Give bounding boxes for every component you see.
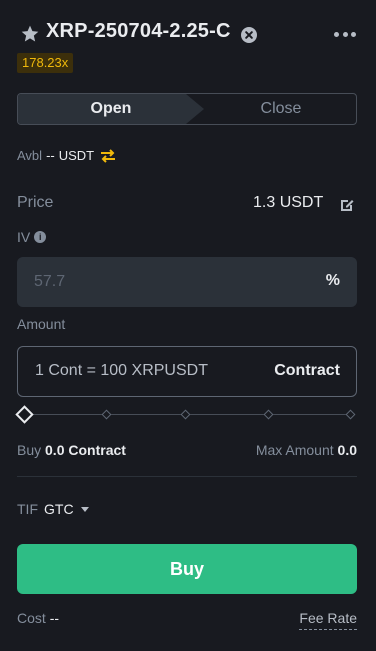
slider-step-50[interactable] xyxy=(180,409,191,420)
slider-handle[interactable] xyxy=(15,405,34,424)
buy-amount-info: Buy 0.0 Contract xyxy=(17,442,126,458)
cost-value: -- xyxy=(49,610,60,626)
max-amount-value: 0.0 xyxy=(337,442,357,458)
avbl-value: -- xyxy=(46,148,55,163)
max-amount-info: Max Amount 0.0 xyxy=(256,442,357,458)
avbl-label: Avbl xyxy=(17,148,43,163)
price-value: 1.3 USDT xyxy=(253,194,324,211)
buy-info-value: 0.0 Contract xyxy=(45,442,126,458)
iv-unit: % xyxy=(325,272,340,289)
cost-label: Cost xyxy=(17,610,46,626)
iv-label: IV xyxy=(17,229,31,245)
amount-input[interactable]: 1 Cont = 100 XRPUSDT Contract xyxy=(17,346,357,397)
price-label: Price xyxy=(17,194,54,211)
info-icon[interactable]: i xyxy=(34,231,47,243)
tab-close[interactable]: Close xyxy=(204,94,356,124)
amount-slider[interactable] xyxy=(15,405,357,425)
iv-label-row: IV i xyxy=(17,229,47,245)
symbol-title: XRP-250704-2.25-C xyxy=(46,20,231,42)
fee-rate-link[interactable]: Fee Rate xyxy=(299,610,357,630)
amount-label: Amount xyxy=(17,316,66,332)
caret-down-icon[interactable] xyxy=(80,506,89,512)
avbl-unit: USDT xyxy=(58,148,95,163)
more-icon[interactable] xyxy=(334,32,356,38)
available-balance: Avbl -- USDT xyxy=(17,148,116,163)
slider-step-100[interactable] xyxy=(345,409,356,420)
tif-selector[interactable]: TIF GTC xyxy=(17,501,89,517)
cost-info: Cost -- xyxy=(17,610,59,626)
tif-label: TIF xyxy=(17,501,38,517)
amount-placeholder: 1 Cont = 100 XRPUSDT xyxy=(35,362,208,379)
slider-step-25[interactable] xyxy=(101,409,112,420)
close-circle-icon[interactable] xyxy=(241,27,257,43)
tif-value[interactable]: GTC xyxy=(44,501,74,517)
max-amount-label: Max Amount xyxy=(255,442,334,458)
divider xyxy=(17,476,357,477)
slider-step-75[interactable] xyxy=(263,409,274,420)
amount-unit[interactable]: Contract xyxy=(274,362,340,380)
star-icon[interactable] xyxy=(20,24,40,44)
swap-icon[interactable] xyxy=(100,148,116,163)
buy-info-label: Buy xyxy=(17,442,42,458)
leverage-badge: 178.23x xyxy=(17,53,74,73)
buy-button[interactable]: Buy xyxy=(17,544,357,594)
open-close-tabs: Open Close xyxy=(17,93,357,125)
iv-value: 57.7 xyxy=(34,273,66,290)
iv-input[interactable]: 57.7 % xyxy=(17,257,357,307)
tab-open[interactable]: Open xyxy=(18,94,204,124)
edit-icon[interactable] xyxy=(339,197,355,213)
